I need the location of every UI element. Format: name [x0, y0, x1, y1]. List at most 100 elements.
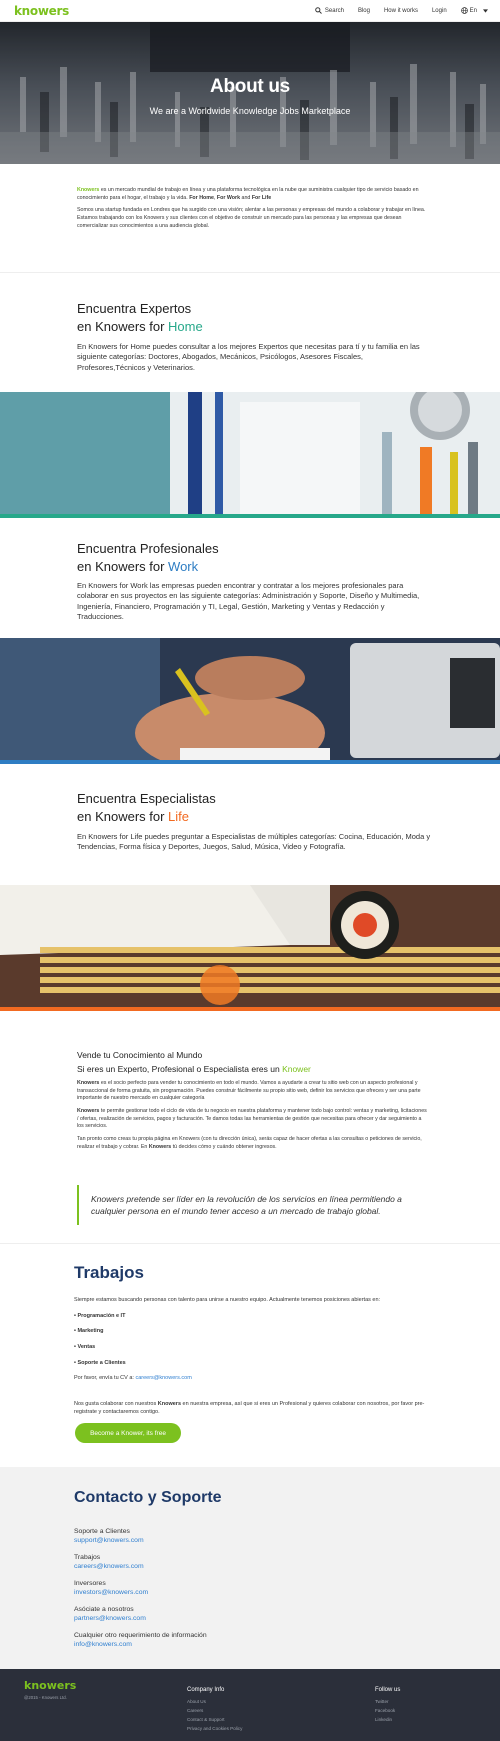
- home-section-body: En Knowers for Home puedes consultar a l…: [77, 342, 420, 372]
- search-link[interactable]: Search: [315, 7, 344, 14]
- jobs-body: Siempre estamos buscando personas con ta…: [74, 1297, 434, 1417]
- main-nav: Search Blog How it works Login En: [315, 7, 488, 14]
- intro-for-life: For Life: [251, 194, 272, 201]
- sell-paragraph-2: Knowers te permite gestionar todo el cic…: [77, 1108, 427, 1131]
- language-selector[interactable]: En: [460, 7, 488, 14]
- footer-link-twitter[interactable]: Twitter: [375, 1698, 400, 1707]
- divider: [0, 1243, 500, 1244]
- intro-paragraph-1: Knowers es un mercado mundial de trabajo…: [77, 187, 427, 202]
- partners-email-link[interactable]: partners@knowers.com: [74, 1614, 146, 1623]
- contact-item: Inversores investors@knowers.com: [74, 1579, 148, 1597]
- contact-item: Asóciate a nosotros partners@knowers.com: [74, 1605, 146, 1623]
- careers-email-link[interactable]: careers@knowers.com: [135, 1375, 191, 1381]
- footer-link-about[interactable]: About Us: [187, 1698, 242, 1707]
- sell-paragraph-1: Knowers es el socio perfecto para vender…: [77, 1080, 427, 1103]
- sell-subheading-accent: Knower: [282, 1064, 311, 1074]
- intro-section: Knowers es un mercado mundial de trabajo…: [77, 187, 427, 235]
- sell-paragraph-3: Tan pronto como creas tu propia página e…: [77, 1136, 427, 1151]
- contact-label: Trabajos: [74, 1554, 101, 1561]
- work-title-prefix: en Knowers for: [77, 558, 169, 574]
- brand-name: Knowers: [77, 1080, 100, 1086]
- footer-link-privacy[interactable]: Privacy and Cookies Policy: [187, 1725, 242, 1734]
- footer-link-facebook[interactable]: Facebook: [375, 1707, 400, 1716]
- cv-instruction: Por favor, envía tu CV a: careers@knower…: [74, 1375, 434, 1383]
- intro-paragraph-2: Somos una startup fundada en Londres que…: [77, 207, 426, 229]
- work-section-body: En Knowers for Work las empresas pueden …: [77, 581, 420, 622]
- contact-item: Cualquier otro requerimiento de informac…: [74, 1631, 207, 1649]
- support-email-link[interactable]: support@knowers.com: [74, 1536, 144, 1545]
- work-title-line1: Encuentra Profesionales: [77, 541, 219, 556]
- footer-link-linkedin[interactable]: Linkedin: [375, 1716, 400, 1725]
- life-banner-image: [0, 885, 500, 1011]
- open-positions-list: • Programación e IT • Marketing • Ventas…: [74, 1313, 434, 1368]
- intro-for-home: For Home: [189, 194, 214, 201]
- nav-login[interactable]: Login: [432, 8, 447, 14]
- work-section-title: Encuentra Profesionales en Knowers for W…: [77, 540, 219, 575]
- sell-text-1: es el socio perfecto para vender tu cono…: [77, 1080, 421, 1102]
- sell-knowledge-heading: Vende tu Conocimiento al Mundo: [77, 1050, 203, 1060]
- footer-link-contact[interactable]: Contact & Support: [187, 1716, 242, 1725]
- become-knower-button[interactable]: Become a Knower, its free: [75, 1423, 181, 1443]
- collab-text-a: Nos gusta colaborar con nuestros: [74, 1401, 158, 1408]
- home-banner-image: [0, 392, 500, 518]
- home-section-title: Encuentra Expertos en Knowers for Home: [77, 300, 203, 335]
- follow-us-column: Follow us Twitter Facebook Linkedin: [375, 1685, 400, 1725]
- intro-for-work: For Work: [216, 194, 241, 201]
- intro-and: and: [240, 194, 252, 201]
- info-email-link[interactable]: info@knowers.com: [74, 1640, 207, 1649]
- contact-label: Soporte a Clientes: [74, 1528, 130, 1535]
- quote-text: Knowers pretende ser líder en la revoluc…: [91, 1193, 402, 1216]
- hero-banner: About us We are a Worldwide Knowledge Jo…: [0, 22, 500, 164]
- careers-email-link[interactable]: careers@knowers.com: [74, 1562, 144, 1571]
- sell-knowledge-subheading: Si eres un Experto, Profesional o Especi…: [77, 1064, 311, 1074]
- life-title-prefix: en Knowers for: [77, 808, 169, 824]
- contact-label: Asóciate a nosotros: [74, 1606, 134, 1613]
- sell-text-2: te permite gestionar todo el ciclo de vi…: [77, 1108, 427, 1130]
- brand-name: Knowers: [77, 187, 100, 193]
- life-section-body: En Knowers for Life puedes preguntar a E…: [77, 832, 431, 852]
- home-title-prefix: en Knowers for: [77, 318, 169, 334]
- brand-name: Knowers: [157, 1401, 182, 1408]
- position-item: • Ventas: [74, 1344, 96, 1351]
- investors-email-link[interactable]: investors@knowers.com: [74, 1588, 148, 1597]
- footer-link-careers[interactable]: Careers: [187, 1707, 242, 1716]
- life-title-line1: Encuentra Especialistas: [77, 791, 216, 806]
- copyright-text: @2015 - Knowers Ltd.: [24, 1695, 67, 1700]
- search-icon: [315, 7, 322, 14]
- life-title-accent: Life: [168, 808, 190, 824]
- home-title-line1: Encuentra Expertos: [77, 301, 192, 316]
- contact-title: Contacto y Soporte: [74, 1489, 222, 1506]
- contact-section: Contacto y Soporte Soporte a Clientes sup…: [0, 1467, 500, 1669]
- collaborate-text: Nos gusta colaborar con nuestros Knowers…: [74, 1401, 434, 1416]
- position-item: • Soporte a Clientes: [74, 1359, 126, 1366]
- language-label: En: [469, 7, 477, 14]
- contact-item: Trabajos careers@knowers.com: [74, 1553, 144, 1571]
- position-item: • Marketing: [74, 1328, 104, 1335]
- home-title-accent: Home: [168, 318, 203, 334]
- life-section-title: Encuentra Especialistas en Knowers for L…: [77, 790, 216, 825]
- caret-down-icon: [483, 8, 488, 13]
- contact-label: Cualquier otro requerimiento de informac…: [74, 1632, 207, 1639]
- site-footer: knowers @2015 - Knowers Ltd. Company Inf…: [0, 1669, 500, 1741]
- position-item: • Programación e IT: [74, 1312, 126, 1319]
- globe-icon: [460, 7, 468, 14]
- work-title-accent: Work: [168, 558, 199, 574]
- knowers-logo[interactable]: knowers: [14, 4, 69, 18]
- search-label: Search: [324, 7, 344, 14]
- contact-label: Inversores: [74, 1580, 106, 1587]
- sell-text-3b: tú decides cómo y cuándo obtener ingreso…: [171, 1143, 277, 1150]
- jobs-title: Trabajos: [74, 1263, 144, 1282]
- hero-subtitle: We are a Worldwide Knowledge Jobs Market…: [149, 106, 351, 116]
- mission-quote: Knowers pretende ser líder en la revoluc…: [77, 1185, 432, 1225]
- sell-knowledge-body: Knowers es el socio perfecto para vender…: [77, 1080, 427, 1156]
- life-title-line2: en Knowers for Life: [77, 808, 216, 826]
- nav-how-it-works[interactable]: How it works: [384, 8, 418, 14]
- follow-us-heading: Follow us: [375, 1687, 401, 1693]
- nav-blog[interactable]: Blog: [358, 8, 370, 14]
- work-banner-image: [0, 638, 500, 764]
- brand-name: Knowers: [77, 1108, 100, 1115]
- footer-logo[interactable]: knowers: [24, 1679, 76, 1692]
- page-title: About us: [210, 76, 290, 97]
- divider: [0, 272, 500, 273]
- cv-prefix: Por favor, envía tu CV a:: [74, 1375, 136, 1382]
